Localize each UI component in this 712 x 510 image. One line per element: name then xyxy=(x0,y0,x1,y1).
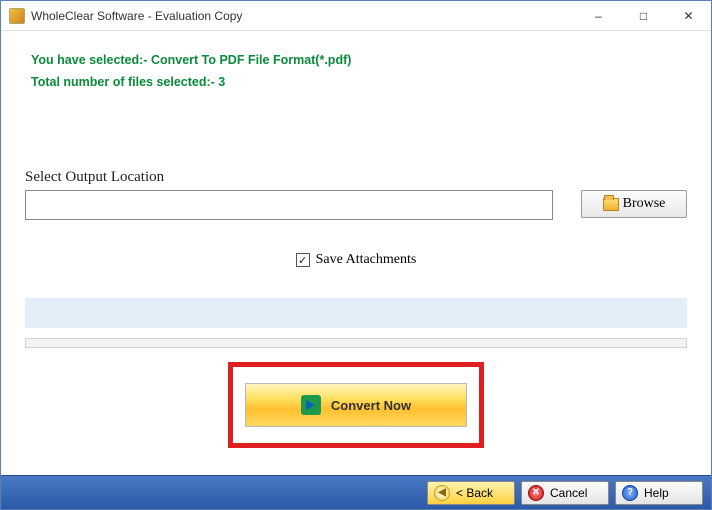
titlebar: WholeClear Software - Evaluation Copy – … xyxy=(1,1,711,31)
close-button[interactable]: ✕ xyxy=(666,1,711,31)
convert-now-label: Convert Now xyxy=(331,398,411,413)
help-button-label: Help xyxy=(644,486,669,500)
save-attachments-label: Save Attachments xyxy=(316,252,417,268)
output-location-label: Select Output Location xyxy=(25,169,687,186)
convert-now-button[interactable]: Convert Now xyxy=(245,383,467,427)
app-icon xyxy=(9,8,25,24)
content-area: You have selected:- Convert To PDF File … xyxy=(1,31,711,475)
cancel-button-label: Cancel xyxy=(550,486,587,500)
back-button-label: < Back xyxy=(456,486,493,500)
selected-format-text: You have selected:- Convert To PDF File … xyxy=(31,53,681,67)
output-location-input[interactable] xyxy=(25,190,553,220)
convert-highlight-box: Convert Now xyxy=(228,362,484,448)
cancel-icon: ✕ xyxy=(528,485,544,501)
output-row: Browse xyxy=(25,190,687,220)
save-attachments-checkbox[interactable]: ✓ xyxy=(296,253,310,267)
cancel-button[interactable]: ✕ Cancel xyxy=(521,481,609,505)
status-strip xyxy=(25,298,687,328)
file-count-text: Total number of files selected:- 3 xyxy=(31,75,681,89)
app-window: WholeClear Software - Evaluation Copy – … xyxy=(0,0,712,510)
maximize-button[interactable]: □ xyxy=(621,1,666,31)
help-icon: ? xyxy=(622,485,638,501)
folder-icon xyxy=(603,198,619,211)
back-button[interactable]: ◀ < Back xyxy=(427,481,515,505)
window-title: WholeClear Software - Evaluation Copy xyxy=(31,9,242,23)
window-controls: – □ ✕ xyxy=(576,1,711,31)
convert-icon xyxy=(301,395,321,415)
footer-bar: ◀ < Back ✕ Cancel ? Help xyxy=(1,475,711,509)
minimize-button[interactable]: – xyxy=(576,1,621,31)
browse-button-label: Browse xyxy=(623,196,666,212)
progress-bar xyxy=(25,338,687,348)
convert-area: Convert Now xyxy=(25,362,687,448)
back-icon: ◀ xyxy=(434,485,450,501)
save-attachments-row: ✓ Save Attachments xyxy=(25,252,687,268)
help-button[interactable]: ? Help xyxy=(615,481,703,505)
browse-button[interactable]: Browse xyxy=(581,190,687,218)
